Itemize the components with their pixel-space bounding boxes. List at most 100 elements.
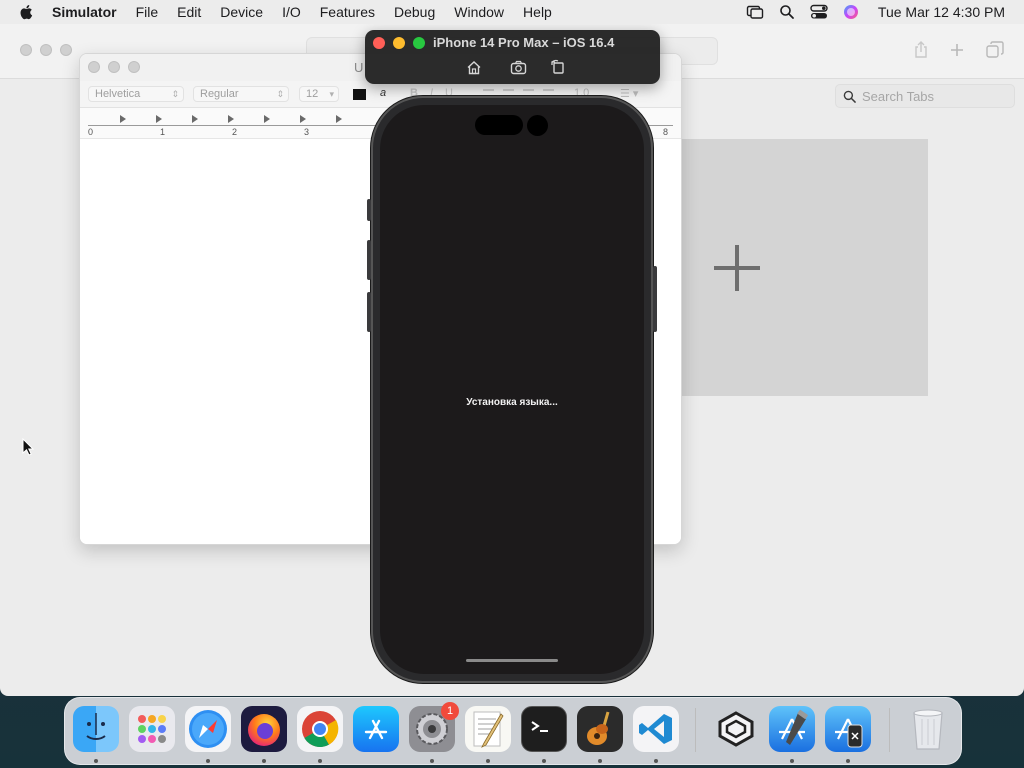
highlight-color-button[interactable]: a <box>380 87 386 99</box>
home-indicator[interactable] <box>466 659 558 662</box>
action-button[interactable] <box>367 199 371 221</box>
spotlight-search-icon[interactable] <box>778 3 796 21</box>
font-style-select[interactable]: Regular ⇕ <box>193 86 289 102</box>
running-indicator <box>654 759 658 763</box>
chevron-updown-icon: ⇕ <box>276 89 284 99</box>
tab-stop-marker[interactable] <box>192 115 198 123</box>
menu-bar-clock[interactable]: Tue Mar 12 4:30 PM <box>878 4 1005 20</box>
siri-icon[interactable] <box>842 3 860 21</box>
hexagon-app-icon[interactable] <box>713 706 759 752</box>
zoom-button[interactable] <box>413 37 425 49</box>
menu-help[interactable]: Help <box>523 4 552 20</box>
xcode-icon[interactable] <box>769 706 815 752</box>
new-tab-icon[interactable] <box>947 40 967 60</box>
notification-badge: 1 <box>441 702 459 720</box>
mouse-cursor-icon <box>22 438 34 456</box>
zoom-button[interactable] <box>60 44 72 56</box>
menu-features[interactable]: Features <box>320 4 375 20</box>
menu-debug[interactable]: Debug <box>394 4 435 20</box>
apple-logo-icon[interactable] <box>18 3 36 21</box>
tab-stop-marker[interactable] <box>228 115 234 123</box>
menu-edit[interactable]: Edit <box>177 4 201 20</box>
chevron-updown-icon: ⇕ <box>171 89 179 99</box>
firefox-icon[interactable] <box>241 706 287 752</box>
document-title: U <box>354 60 364 75</box>
tab-stop-marker[interactable] <box>300 115 306 123</box>
font-family-select[interactable]: Helvetica ⇕ <box>88 86 184 102</box>
control-center-icon[interactable] <box>810 3 828 21</box>
rotate-icon[interactable] <box>549 58 567 76</box>
font-size-value: 12 <box>306 88 319 100</box>
tab-stop-marker[interactable] <box>264 115 270 123</box>
tab-stop-marker[interactable] <box>336 115 342 123</box>
volume-down-button[interactable] <box>367 292 371 332</box>
textedit-window-controls <box>88 61 140 73</box>
search-icon <box>843 90 856 103</box>
running-indicator <box>790 759 794 763</box>
running-indicator <box>846 759 850 763</box>
running-indicator <box>486 759 490 763</box>
finder-icon[interactable] <box>73 706 119 752</box>
device-screen[interactable]: Установка языка... <box>380 105 644 674</box>
menu-bar: Simulator File Edit Device I/O Features … <box>0 0 1024 24</box>
minimize-button[interactable] <box>393 37 405 49</box>
running-indicator <box>318 759 322 763</box>
side-button[interactable] <box>653 266 657 332</box>
ruler-number: 8 <box>663 127 669 137</box>
textedit-icon[interactable] <box>465 706 511 752</box>
ruler-number: 0 <box>88 127 94 137</box>
terminal-icon[interactable] <box>521 706 567 752</box>
dock-separator <box>695 708 696 752</box>
vscode-icon[interactable] <box>633 706 679 752</box>
close-button[interactable] <box>373 37 385 49</box>
minimize-button[interactable] <box>40 44 52 56</box>
menu-window[interactable]: Window <box>454 4 504 20</box>
minimize-button[interactable] <box>108 61 120 73</box>
new-tab-tile[interactable] <box>680 139 928 396</box>
front-camera <box>527 115 548 136</box>
zoom-button[interactable] <box>128 61 140 73</box>
menu-file[interactable]: File <box>136 4 159 20</box>
tab-overview-icon[interactable] <box>985 40 1005 60</box>
running-indicator <box>262 759 266 763</box>
ruler-number: 2 <box>232 127 238 137</box>
running-indicator <box>542 759 546 763</box>
running-indicator <box>206 759 210 763</box>
plus-icon <box>714 245 760 291</box>
screenshot-icon[interactable] <box>509 58 527 76</box>
font-size-select[interactable]: 12 ▾ <box>299 86 339 102</box>
simulator-app-icon[interactable] <box>825 706 871 752</box>
menu-io[interactable]: I/O <box>282 4 301 20</box>
chrome-icon[interactable] <box>297 706 343 752</box>
ruler-number: 3 <box>304 127 310 137</box>
chevron-down-icon: ▾ <box>329 89 334 99</box>
tab-stop-marker[interactable] <box>120 115 126 123</box>
trash-icon[interactable] <box>905 706 951 752</box>
app-store-icon[interactable] <box>353 706 399 752</box>
menu-device[interactable]: Device <box>220 4 263 20</box>
list-style-icon[interactable]: ☰ ▾ <box>620 87 638 100</box>
screen-mirroring-icon[interactable] <box>746 3 764 21</box>
dynamic-island <box>475 115 523 135</box>
search-tabs-field[interactable]: Search Tabs <box>835 84 1015 108</box>
volume-up-button[interactable] <box>367 240 371 280</box>
running-indicator <box>430 759 434 763</box>
iphone-device-frame: Установка языка... <box>367 96 657 683</box>
menu-app-simulator[interactable]: Simulator <box>52 4 117 20</box>
simulator-window-controls <box>373 37 425 49</box>
tab-stop-marker[interactable] <box>156 115 162 123</box>
running-indicator <box>598 759 602 763</box>
safari-icon[interactable] <box>185 706 231 752</box>
simulator-device-title: iPhone 14 Pro Max – iOS 16.4 <box>433 35 615 50</box>
ruler-number: 1 <box>160 127 166 137</box>
simulator-titlebar[interactable]: iPhone 14 Pro Max – iOS 16.4 <box>365 30 660 84</box>
running-indicator <box>94 759 98 763</box>
close-button[interactable] <box>88 61 100 73</box>
share-icon[interactable] <box>911 40 931 60</box>
home-icon[interactable] <box>465 58 483 76</box>
launchpad-icon[interactable] <box>129 706 175 752</box>
close-button[interactable] <box>20 44 32 56</box>
garageband-icon[interactable] <box>577 706 623 752</box>
search-tabs-placeholder: Search Tabs <box>862 88 935 104</box>
text-color-well[interactable] <box>353 89 366 100</box>
